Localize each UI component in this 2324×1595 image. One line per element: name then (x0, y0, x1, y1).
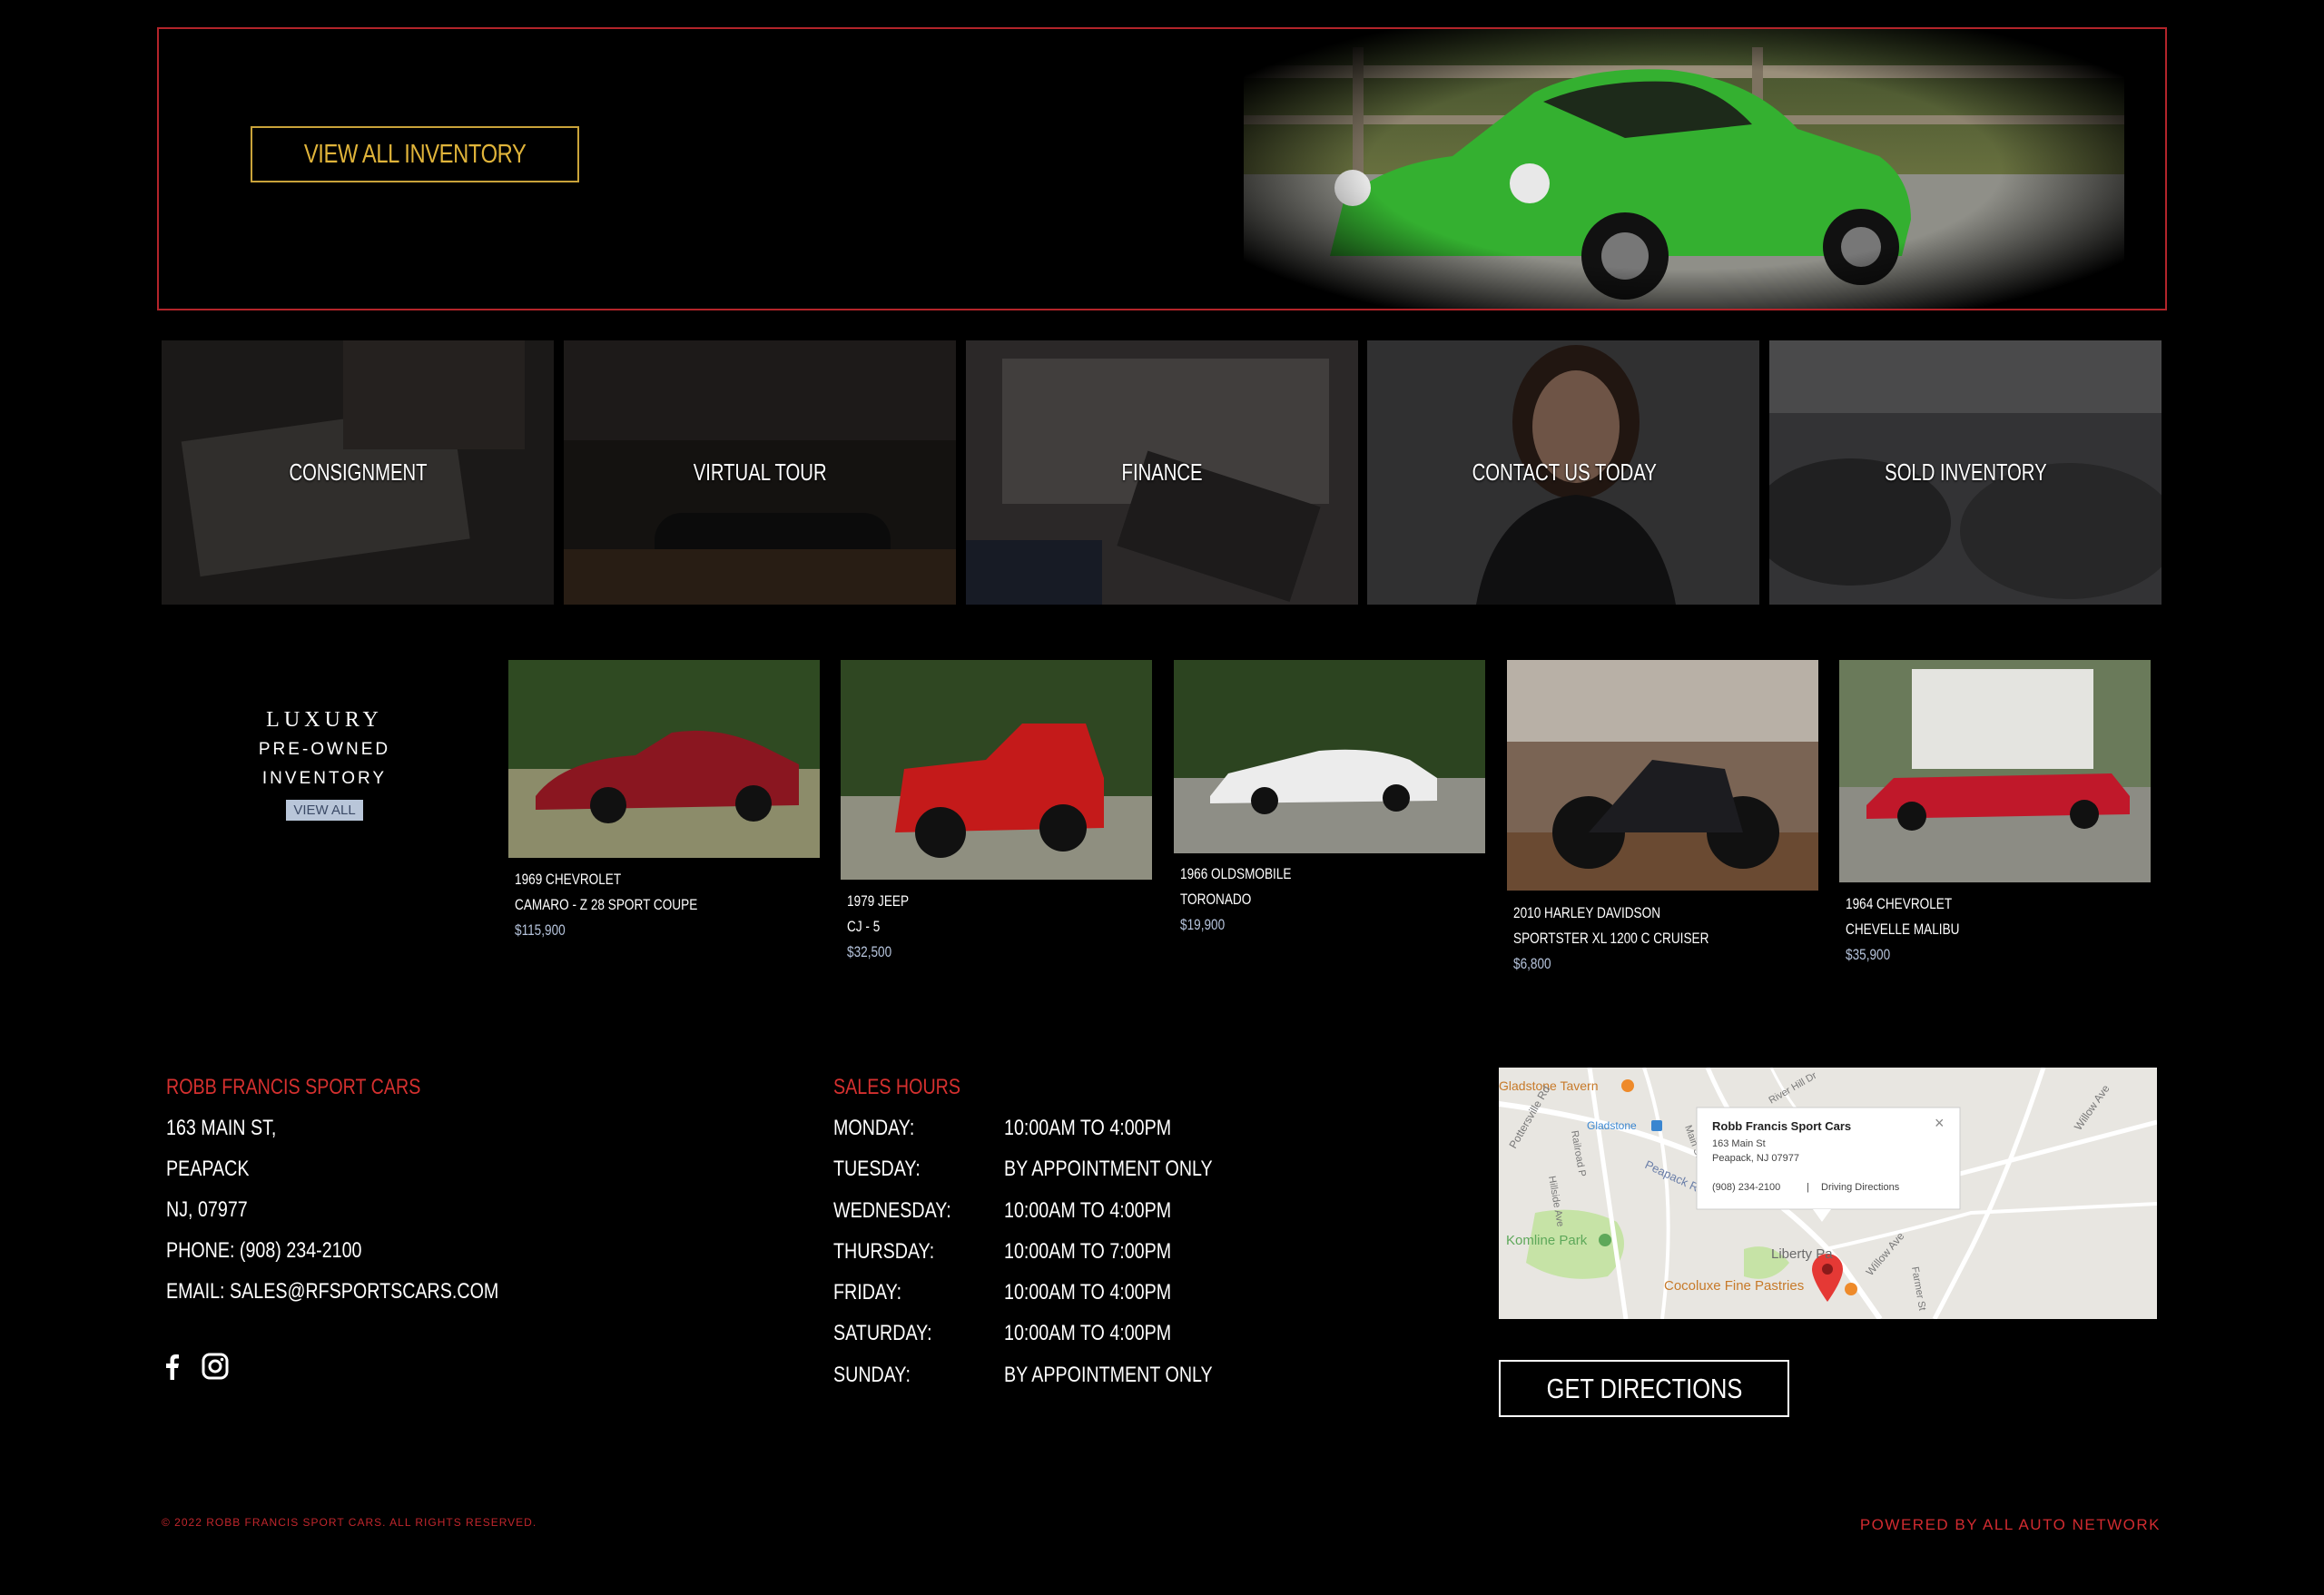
close-icon: × (1935, 1114, 1945, 1132)
popup-separator: | (1807, 1182, 1809, 1193)
address-street: 163 MAIN ST, (166, 1116, 277, 1140)
car-photo[interactable] (508, 660, 820, 858)
facebook-icon[interactable] (163, 1353, 180, 1380)
car-photo[interactable] (1839, 660, 2151, 882)
car-photo[interactable] (1507, 660, 1818, 891)
tile-contact-us[interactable]: CONTACT US TODAY (1367, 340, 1760, 605)
hours-day: THURSDAY: (833, 1238, 935, 1264)
hours-row: FRIDAY: 10:00AM TO 4:00PM (833, 1272, 1258, 1313)
hours-title: SALES HOURS (833, 1075, 960, 1099)
contact-block: ROBB FRANCIS SPORT CARS 163 MAIN ST, PEA… (166, 1067, 572, 1312)
map-info-popup: Robb Francis Sport Cars 163 Main St Peap… (1696, 1107, 1961, 1222)
inventory-heading: INVENTORY (261, 769, 388, 788)
map-label: Cocoluxe Fine Pastries (1664, 1278, 1804, 1294)
car-card[interactable]: 1964 CHEVROLET CHEVELLE MALIBU $35,900 (1839, 660, 2151, 969)
address-city: PEAPACK (166, 1157, 250, 1181)
service-tiles: CONSIGNMENT VIRTUAL TOUR FINANCE CONTACT… (162, 340, 2162, 605)
car-photo[interactable] (841, 660, 1152, 880)
map-label: Gladstone (1587, 1119, 1637, 1132)
car-card[interactable]: 1979 JEEP CJ - 5 $32,500 (841, 660, 1152, 969)
view-all-button[interactable]: VIEW ALL (286, 800, 363, 821)
tile-sold-inventory[interactable]: SOLD INVENTORY (1769, 340, 2162, 605)
dealer-name: ROBB FRANCIS SPORT CARS (166, 1075, 421, 1099)
hours-row: SUNDAY: BY APPOINTMENT ONLY (833, 1354, 1258, 1395)
get-directions-button[interactable]: GET DIRECTIONS (1499, 1360, 1789, 1417)
hours-day: TUESDAY: (833, 1157, 921, 1182)
car-model: CHEVELLE MALIBU (1846, 921, 1960, 938)
hours-time: BY APPOINTMENT ONLY (1004, 1157, 1213, 1182)
address-state-zip: NJ, 07977 (166, 1197, 248, 1222)
car-card[interactable]: 1969 CHEVROLET CAMARO - Z 28 SPORT COUPE… (508, 660, 820, 941)
hours-time: 10:00AM TO 4:00PM (1004, 1116, 1172, 1140)
hours-row: MONDAY: 10:00AM TO 4:00PM (833, 1108, 1258, 1148)
hours-day: WEDNESDAY: (833, 1197, 951, 1223)
popup-phone: (908) 234-2100 (1712, 1182, 1780, 1193)
car-title: 1979 JEEP (847, 892, 910, 910)
tile-consignment[interactable]: CONSIGNMENT (162, 340, 555, 605)
hero-banner: VIEW ALL INVENTORY (157, 27, 2167, 310)
instagram-icon[interactable] (202, 1353, 229, 1380)
hero-car-image (1244, 29, 2124, 309)
car-price: $19,900 (1180, 916, 1226, 933)
hours-day: SUNDAY: (833, 1362, 911, 1387)
car-model: CJ - 5 (847, 918, 881, 935)
popup-title: Robb Francis Sport Cars (1712, 1119, 1851, 1133)
sales-hours: SALES HOURS MONDAY: 10:00AM TO 4:00PM TUE… (833, 1067, 1258, 1395)
hours-time: 10:00AM TO 4:00PM (1004, 1280, 1172, 1305)
car-model: TORONADO (1180, 891, 1252, 908)
car-photo[interactable] (1174, 660, 1485, 853)
view-all-inventory-button[interactable]: VIEW ALL INVENTORY (251, 126, 579, 182)
car-title: 1964 CHEVROLET (1846, 895, 1953, 912)
hours-time: 10:00AM TO 4:00PM (1004, 1321, 1172, 1346)
location-map[interactable]: Gladstone Tavern Gladstone Komline Park … (1499, 1068, 2157, 1319)
car-price: $32,500 (847, 943, 892, 960)
copyright: © 2022 ROBB FRANCIS SPORT CARS. ALL RIGH… (162, 1516, 537, 1529)
powered-by-link[interactable]: POWERED BY ALL AUTO NETWORK (1860, 1516, 2161, 1534)
car-price: $115,900 (515, 921, 566, 939)
car-card[interactable]: 2010 HARLEY DAVIDSON SPORTSTER XL 1200 C… (1507, 660, 1818, 978)
luxury-heading: LUXURY (266, 708, 383, 732)
phone-link[interactable]: PHONE: (908) 234-2100 (166, 1230, 362, 1271)
popup-address: 163 Main St (1712, 1138, 1766, 1149)
car-title: 1966 OLDSMOBILE (1180, 865, 1292, 882)
car-title: 2010 HARLEY DAVIDSON (1513, 904, 1661, 921)
car-price: $6,800 (1513, 955, 1551, 972)
map-label: Liberty Pa (1771, 1246, 1833, 1262)
tile-finance[interactable]: FINANCE (965, 340, 1359, 605)
popup-city: Peapack, NJ 07977 (1712, 1153, 1799, 1164)
hours-day: MONDAY: (833, 1116, 915, 1140)
luxury-inventory-block: LUXURY PRE-OWNED INVENTORY VIEW ALL (227, 708, 422, 821)
tile-virtual-tour[interactable]: VIRTUAL TOUR (563, 340, 957, 605)
hours-row: WEDNESDAY: 10:00AM TO 4:00PM (833, 1190, 1258, 1231)
car-model: SPORTSTER XL 1200 C CRUISER (1513, 930, 1709, 947)
driving-directions-link: Driving Directions (1821, 1182, 1900, 1193)
hours-day: SATURDAY: (833, 1321, 932, 1346)
pre-owned-heading: PRE-OWNED (258, 740, 391, 759)
hours-row: THURSDAY: 10:00AM TO 7:00PM (833, 1231, 1258, 1272)
map-label: Komline Park (1506, 1233, 1588, 1248)
hours-time: 10:00AM TO 4:00PM (1004, 1197, 1172, 1223)
car-card[interactable]: 1966 OLDSMOBILE TORONADO $19,900 (1174, 660, 1485, 941)
car-model: CAMARO - Z 28 SPORT COUPE (515, 896, 698, 913)
email-link[interactable]: EMAIL: SALES@RFSPORTSCARS.COM (166, 1271, 498, 1312)
car-price: $35,900 (1846, 946, 1891, 963)
hours-day: FRIDAY: (833, 1280, 902, 1305)
hours-time: 10:00AM TO 7:00PM (1004, 1238, 1172, 1264)
hours-time: BY APPOINTMENT ONLY (1004, 1362, 1213, 1387)
hours-row: SATURDAY: 10:00AM TO 4:00PM (833, 1313, 1258, 1354)
social-links (163, 1353, 229, 1380)
car-title: 1969 CHEVROLET (515, 871, 622, 888)
hours-row: TUESDAY: BY APPOINTMENT ONLY (833, 1148, 1258, 1189)
